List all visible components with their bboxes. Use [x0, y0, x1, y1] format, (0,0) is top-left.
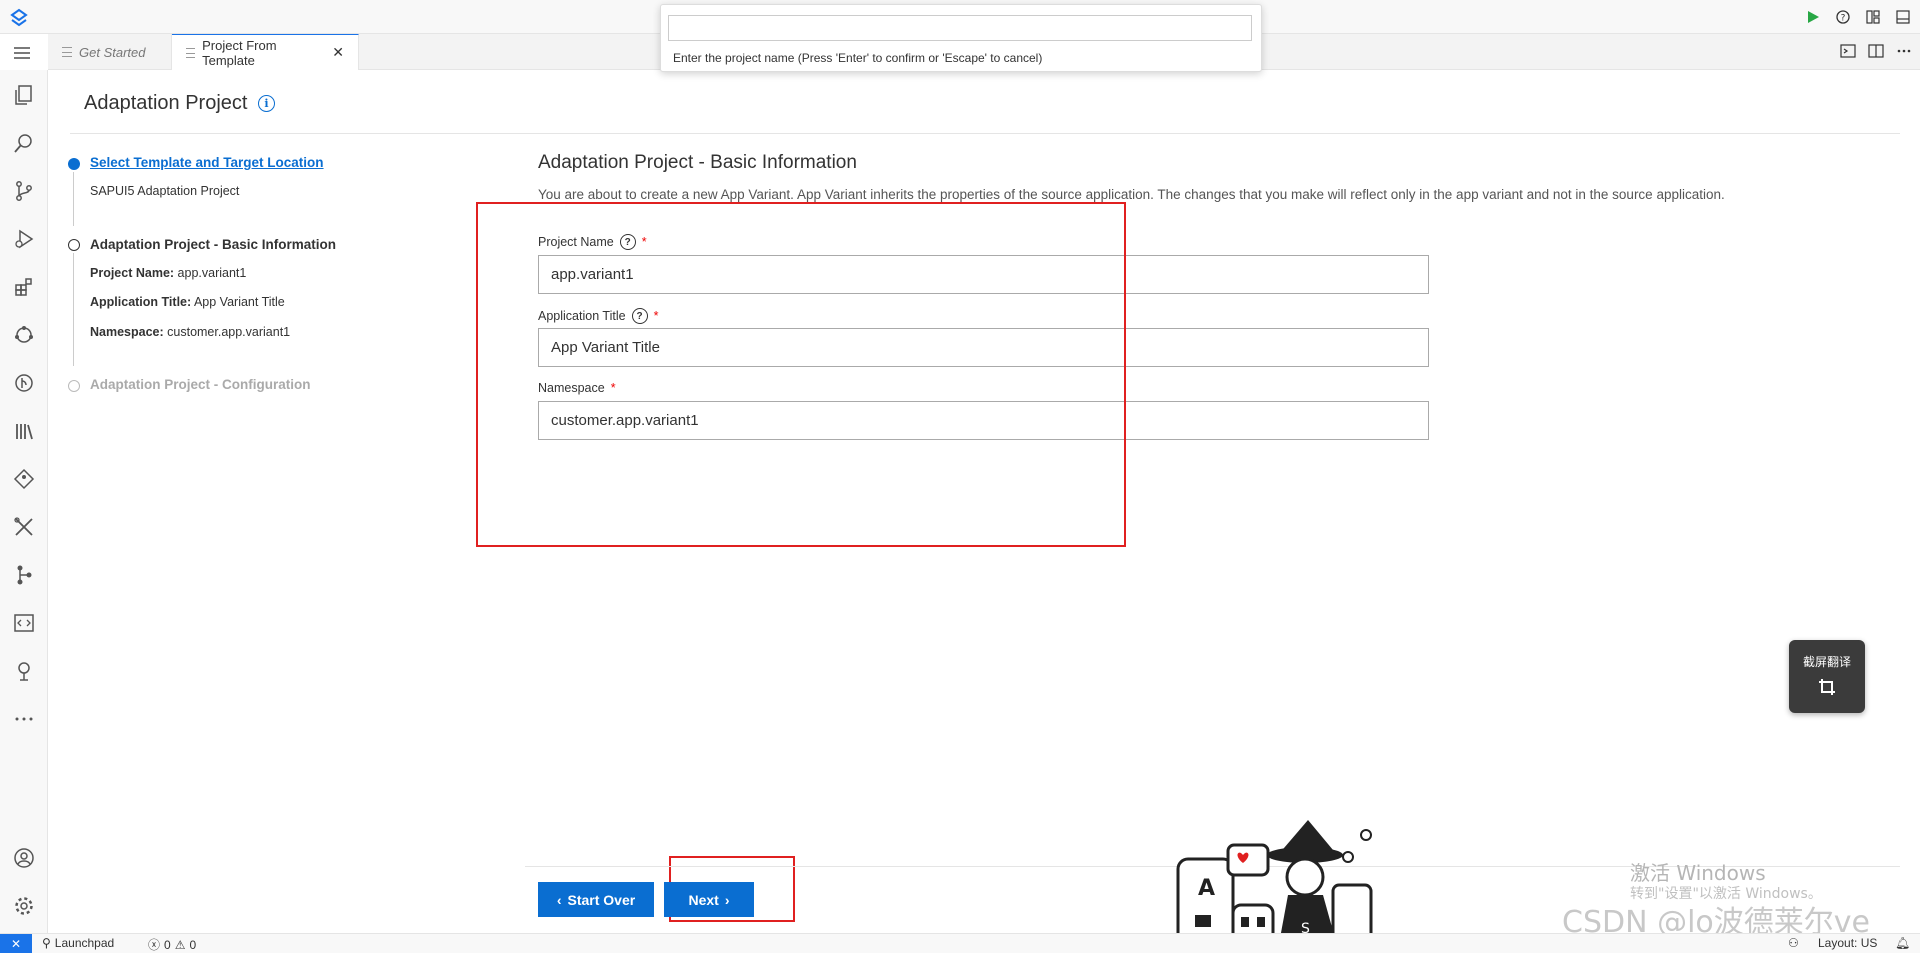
file-icon [186, 47, 196, 58]
file-icon [62, 47, 72, 57]
layout-label: Layout: US [1818, 936, 1878, 950]
step-subtitle: SAPUI5 Adaptation Project [90, 184, 240, 198]
run-debug-icon[interactable] [11, 226, 37, 252]
tab-get-started[interactable]: Get Started [48, 34, 172, 70]
step-indicator-future [68, 380, 80, 392]
error-icon: ⓧ [148, 938, 161, 952]
explorer-icon[interactable] [11, 82, 37, 108]
next-button[interactable]: Next › [664, 882, 754, 917]
tab-label: Get Started [79, 44, 146, 60]
gem-icon[interactable] [11, 466, 37, 492]
step-title-basic-information: Adaptation Project - Basic Information [90, 237, 337, 252]
split-editor-icon[interactable] [1868, 43, 1884, 59]
detail-value: app.variant1 [177, 266, 247, 280]
crop-icon [1819, 679, 1835, 695]
quick-input-widget: Enter the project name (Press 'Enter' to… [660, 4, 1262, 72]
activity-bar [0, 70, 48, 933]
location-icon[interactable] [11, 658, 37, 684]
layout-icon[interactable] [1864, 8, 1882, 26]
detail-value: App Variant Title [193, 295, 285, 309]
status-bar: ✕ ⚲ Launchpad ⓧ 0 ⚠ 0 ⚇ Layout: US 🔔︎ [0, 933, 1920, 953]
pipeline-icon[interactable] [11, 562, 37, 588]
code-check-icon[interactable] [11, 610, 37, 636]
widget-label: 截屏翻译 [1802, 655, 1851, 669]
tools-icon[interactable] [11, 514, 37, 540]
error-count: 0 [164, 937, 171, 952]
step-connector [73, 253, 74, 366]
tab-label: Project From Template [202, 37, 277, 68]
step-title-select-template[interactable]: Select Template and Target Location [90, 155, 324, 170]
step-detail-application-title: Application Title: App Variant Title [90, 295, 285, 309]
detail-value: customer.app.variant1 [167, 325, 291, 339]
source-control-icon[interactable] [11, 178, 37, 204]
svg-text:?: ? [1841, 14, 1846, 24]
info-icon[interactable]: i [258, 95, 275, 112]
account-status-icon[interactable]: ⚇ [1788, 936, 1799, 950]
step-connector [73, 172, 74, 226]
search-icon[interactable] [11, 130, 37, 156]
extensions-icon[interactable] [11, 274, 37, 300]
section-description: You are about to create a new App Varian… [538, 187, 1725, 202]
menu-icon[interactable] [13, 46, 31, 60]
launchpad-label: Launchpad [54, 936, 115, 950]
start-over-button[interactable]: ‹ Start Over [538, 882, 654, 917]
remote-indicator-icon[interactable]: ✕ [0, 934, 32, 953]
windows-activation-watermark: 激活 Windows [1630, 861, 1766, 885]
app-logo-icon [10, 8, 28, 27]
step-title-configuration: Adaptation Project - Configuration [90, 377, 311, 392]
library-icon[interactable] [11, 418, 37, 444]
step-detail-namespace: Namespace: customer.app.variant1 [90, 325, 290, 339]
launchpad-item[interactable]: ⚲ Launchpad [42, 936, 114, 950]
annotation-box-form [476, 202, 1126, 547]
warning-count: 0 [189, 937, 197, 952]
button-label: Start Over [567, 891, 636, 908]
warning-icon: ⚠ [174, 937, 186, 952]
keyboard-layout-item[interactable]: Layout: US [1818, 936, 1877, 950]
detail-label: Application Title: [90, 295, 192, 309]
detail-label: Project Name: [90, 266, 175, 280]
chevron-left-icon: ‹ [556, 891, 562, 908]
more-actions-icon[interactable] [1896, 43, 1912, 59]
notifications-icon[interactable]: 🔔︎ [1895, 936, 1910, 950]
step-indicator-done [68, 158, 80, 170]
remote-explorer-icon[interactable] [11, 322, 37, 348]
chevron-right-icon: › [724, 891, 730, 908]
detail-label: Namespace: [90, 325, 164, 339]
step-indicator-current [68, 239, 80, 251]
quick-input-hint: Enter the project name (Press 'Enter' to… [673, 51, 1043, 65]
run-icon[interactable] [1804, 8, 1822, 26]
terminal-icon[interactable] [1840, 43, 1856, 59]
problems-item[interactable]: ⓧ 0 ⚠ 0 [148, 936, 196, 953]
panel-toggle-icon[interactable] [1894, 8, 1912, 26]
screenshot-translate-widget[interactable]: 截屏翻译 [1789, 640, 1865, 713]
header-divider [70, 133, 1900, 134]
page-title: Adaptation Project [84, 92, 248, 114]
project-name-input[interactable] [668, 15, 1252, 41]
tab-project-from-template[interactable]: Project From Template ✕ [172, 34, 359, 70]
help-icon[interactable]: ? [1834, 8, 1852, 26]
account-icon[interactable] [11, 845, 37, 871]
settings-gear-icon[interactable] [11, 893, 37, 919]
button-label: Next [688, 891, 719, 908]
svg-text:A: A [1198, 876, 1215, 901]
more-icon[interactable] [11, 706, 37, 732]
step-detail-project-name: Project Name: app.variant1 [90, 266, 246, 280]
git-graph-icon[interactable] [11, 370, 37, 396]
close-icon[interactable]: ✕ [332, 44, 344, 61]
rocket-icon: ⚲ [42, 936, 51, 950]
section-title: Adaptation Project - Basic Information [538, 152, 857, 173]
